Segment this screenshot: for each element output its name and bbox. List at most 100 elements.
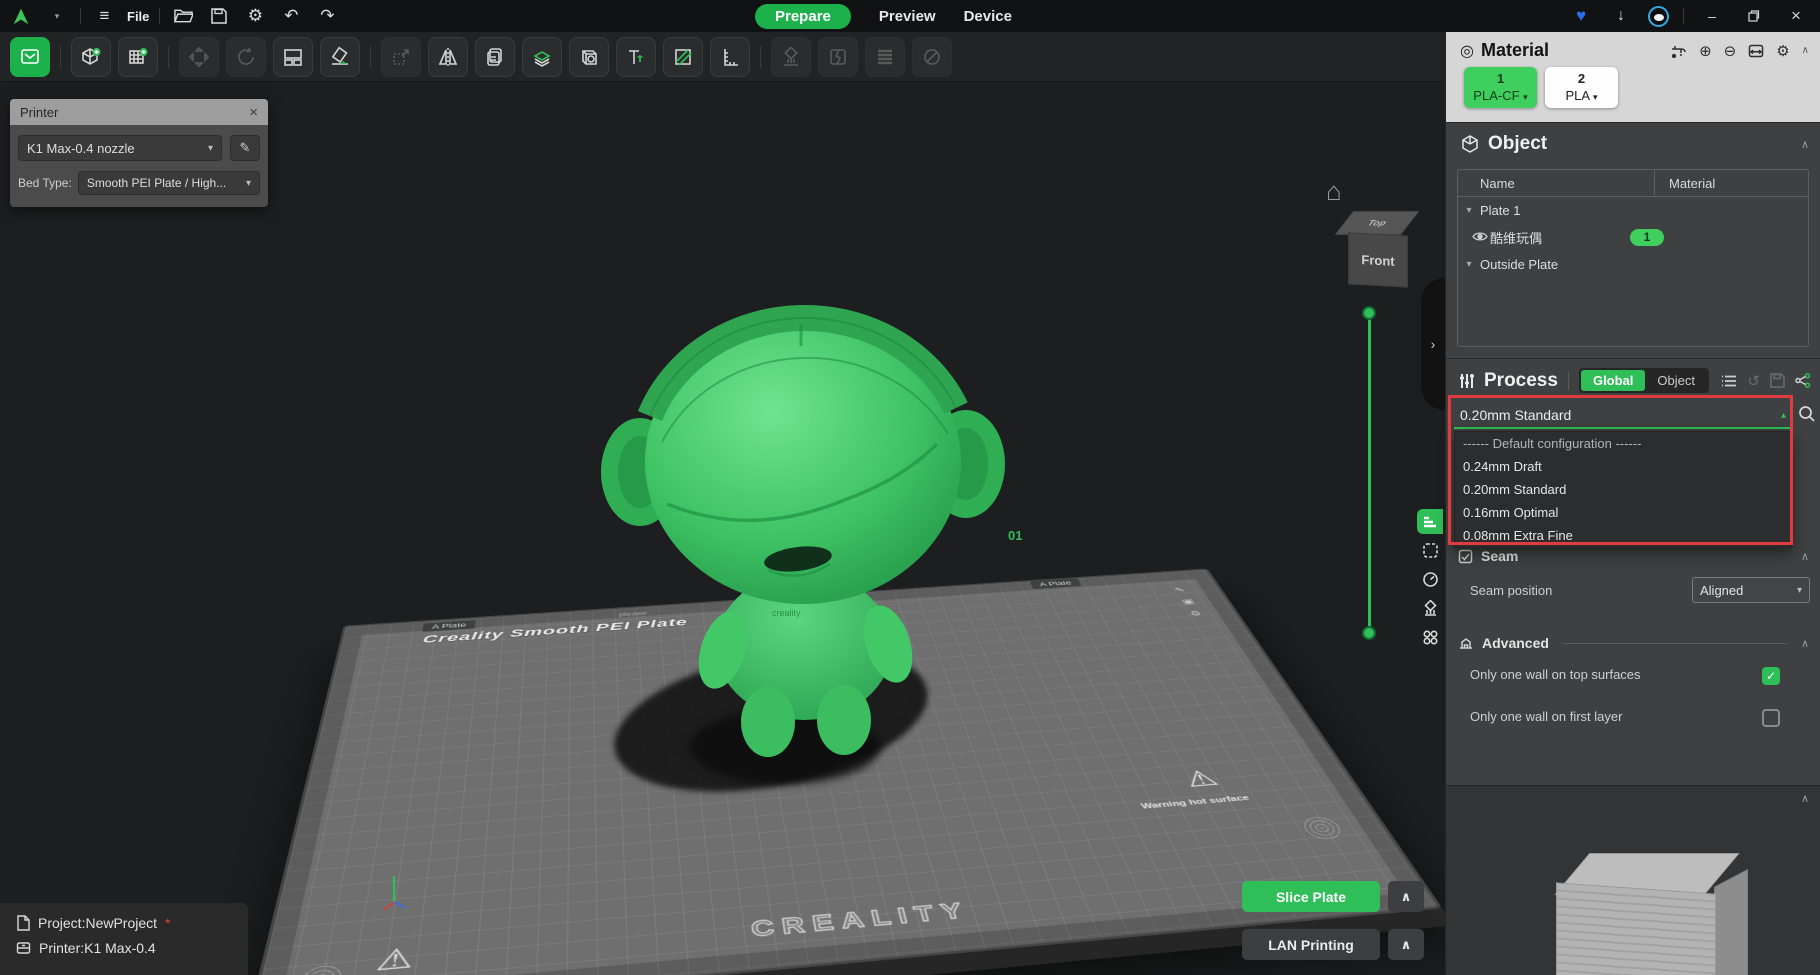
user-avatar[interactable] xyxy=(1648,6,1669,27)
clean-plate-button[interactable] xyxy=(320,37,360,77)
seam-position-select[interactable]: Aligned ▾ xyxy=(1692,577,1810,603)
move-tool-button[interactable] xyxy=(179,37,219,77)
slice-options-button[interactable]: ∧ xyxy=(1388,881,1424,912)
scene-viewport[interactable]: A Plate please Creality Smooth PEI Plate… xyxy=(0,82,1445,975)
bed-type-select[interactable]: Smooth PEI Plate / High... ▾ xyxy=(78,171,260,195)
material-slot-1[interactable]: 1 PLA-CF ▾ xyxy=(1464,67,1537,108)
creality-cloud-icon[interactable]: ♥ xyxy=(1568,4,1594,28)
plate-action-icons[interactable]: ✎ ▣ ⚙ xyxy=(1173,586,1204,618)
chevron-down-icon[interactable]: ▾ xyxy=(1458,205,1480,216)
hamburger-menu-icon[interactable]: ≡ xyxy=(91,4,117,28)
collapse-object-icon[interactable]: ∧ xyxy=(1801,138,1809,151)
settings-gear-icon[interactable]: ⚙ xyxy=(242,4,268,28)
table-row-outside-plate[interactable]: ▾ Outside Plate xyxy=(1458,251,1808,278)
layer-slider-track[interactable] xyxy=(1368,312,1371,634)
preset-option[interactable]: 0.20mm Standard xyxy=(1455,478,1791,501)
spiral-mode-button[interactable] xyxy=(912,37,952,77)
undo-icon[interactable]: ↶ xyxy=(278,4,304,28)
top-surfaces-checkbox[interactable]: ✓ xyxy=(1762,667,1780,685)
plate-tab-right[interactable]: A Plate xyxy=(1030,578,1082,589)
collapse-material-icon[interactable]: ∧ xyxy=(1802,45,1809,56)
search-icon[interactable] xyxy=(1798,405,1816,428)
text-tool-button[interactable] xyxy=(616,37,656,77)
save-icon[interactable] xyxy=(206,4,232,28)
view-cube-top-face[interactable]: Top xyxy=(1335,211,1419,234)
printer-select[interactable]: K1 Max-0.4 nozzle ▾ xyxy=(18,135,222,161)
remove-material-icon[interactable]: ⊖ xyxy=(1724,42,1737,60)
split-tool-button[interactable] xyxy=(818,37,858,77)
preset-option[interactable]: 0.16mm Optimal xyxy=(1455,501,1791,524)
collapse-preview-icon[interactable]: ∧ xyxy=(1801,792,1809,805)
download-icon[interactable]: ↓ xyxy=(1608,4,1634,28)
table-row-model[interactable]: 酷维玩偶 1 xyxy=(1458,224,1808,251)
material-slot-2[interactable]: 2 PLA ▾ xyxy=(1545,67,1618,108)
tab-global[interactable]: Global xyxy=(1581,370,1645,391)
clone-tool-button[interactable] xyxy=(475,37,515,77)
logo-dropdown-icon[interactable]: ▾ xyxy=(44,4,70,28)
material-badge[interactable]: 1 xyxy=(1630,229,1664,246)
seam-section-header[interactable]: Seam ∧ xyxy=(1458,548,1809,564)
plate-settings-button[interactable] xyxy=(10,37,50,77)
tab-preview[interactable]: Preview xyxy=(879,8,936,25)
sync-material-icon[interactable] xyxy=(1748,44,1764,58)
first-layer-checkbox[interactable] xyxy=(1762,709,1780,727)
material-settings-icon[interactable]: ⚙ xyxy=(1776,42,1789,60)
filament-feed-icon[interactable] xyxy=(1670,43,1687,59)
rotate-tool-button[interactable] xyxy=(226,37,266,77)
preset-option[interactable]: 0.08mm Extra Fine xyxy=(1455,524,1791,547)
drop-to-plate-button[interactable] xyxy=(522,37,562,77)
support-button[interactable] xyxy=(1417,596,1443,621)
paint-seam-button[interactable] xyxy=(663,37,703,77)
chevron-down-icon[interactable]: ▾ xyxy=(1458,259,1480,270)
selection-box-button[interactable] xyxy=(1417,538,1443,563)
save-preset-icon[interactable] xyxy=(1770,373,1785,388)
collapse-seam-icon[interactable]: ∧ xyxy=(1801,550,1809,563)
lan-options-button[interactable]: ∧ xyxy=(1388,929,1424,960)
more-tools-button[interactable] xyxy=(1417,625,1443,650)
printer-panel-close-icon[interactable]: × xyxy=(249,104,258,121)
parameter-list-button[interactable] xyxy=(1417,509,1443,534)
open-file-icon[interactable] xyxy=(170,4,196,28)
export-share-icon[interactable] xyxy=(1795,373,1811,388)
reset-history-icon[interactable]: ↺ xyxy=(1747,372,1760,390)
preset-option[interactable]: 0.24mm Draft xyxy=(1455,455,1791,478)
preset-select[interactable]: 0.20mm Standard ▴ xyxy=(1454,403,1792,429)
param-list-icon[interactable] xyxy=(1721,374,1737,388)
add-material-icon[interactable]: ⊕ xyxy=(1699,42,1712,60)
plate-settings-icon[interactable]: ⚙ xyxy=(1188,609,1204,617)
add-model-button[interactable] xyxy=(71,37,111,77)
table-row-plate[interactable]: ▾ Plate 1 xyxy=(1458,197,1808,224)
printer-edit-button[interactable]: ✎ xyxy=(230,135,260,161)
scale-tool-button[interactable] xyxy=(381,37,421,77)
maximize-button[interactable] xyxy=(1740,4,1768,28)
hollow-tool-button[interactable] xyxy=(569,37,609,77)
auto-arrange-button[interactable] xyxy=(273,37,313,77)
file-menu[interactable]: File xyxy=(127,9,149,24)
plate-edit-icon[interactable]: ✎ xyxy=(1173,586,1189,594)
collapse-advanced-icon[interactable]: ∧ xyxy=(1801,637,1809,650)
close-button[interactable]: × xyxy=(1782,4,1810,28)
support-paint-button[interactable] xyxy=(771,37,811,77)
view-cube-front-face[interactable]: Front xyxy=(1348,232,1408,287)
tab-prepare[interactable]: Prepare xyxy=(755,4,851,29)
panel-collapse-toggle[interactable]: › xyxy=(1421,278,1445,410)
lan-printing-button[interactable]: LAN Printing xyxy=(1242,929,1380,960)
mirror-tool-button[interactable] xyxy=(428,37,468,77)
speed-gauge-button[interactable] xyxy=(1417,567,1443,592)
view-cube[interactable]: Top Front xyxy=(1338,202,1422,294)
redo-icon[interactable]: ↷ xyxy=(314,4,340,28)
tab-object[interactable]: Object xyxy=(1645,370,1707,391)
layer-slider-handle-top[interactable] xyxy=(1362,306,1376,320)
plate-lock-icon[interactable]: ▣ xyxy=(1180,597,1196,605)
tab-device[interactable]: Device xyxy=(964,8,1012,25)
layers-view-button[interactable] xyxy=(865,37,905,77)
slice-plate-button[interactable]: Slice Plate xyxy=(1242,881,1380,912)
minimize-button[interactable]: – xyxy=(1698,4,1726,28)
add-plate-button[interactable] xyxy=(118,37,158,77)
visibility-eye-icon[interactable] xyxy=(1472,230,1490,245)
advanced-icon xyxy=(1458,636,1474,650)
measure-tool-button[interactable] xyxy=(710,37,750,77)
model-object[interactable] xyxy=(592,294,1012,774)
advanced-section-header[interactable]: Advanced ∧ xyxy=(1458,635,1809,651)
layer-slider-handle-bottom[interactable] xyxy=(1362,626,1376,640)
